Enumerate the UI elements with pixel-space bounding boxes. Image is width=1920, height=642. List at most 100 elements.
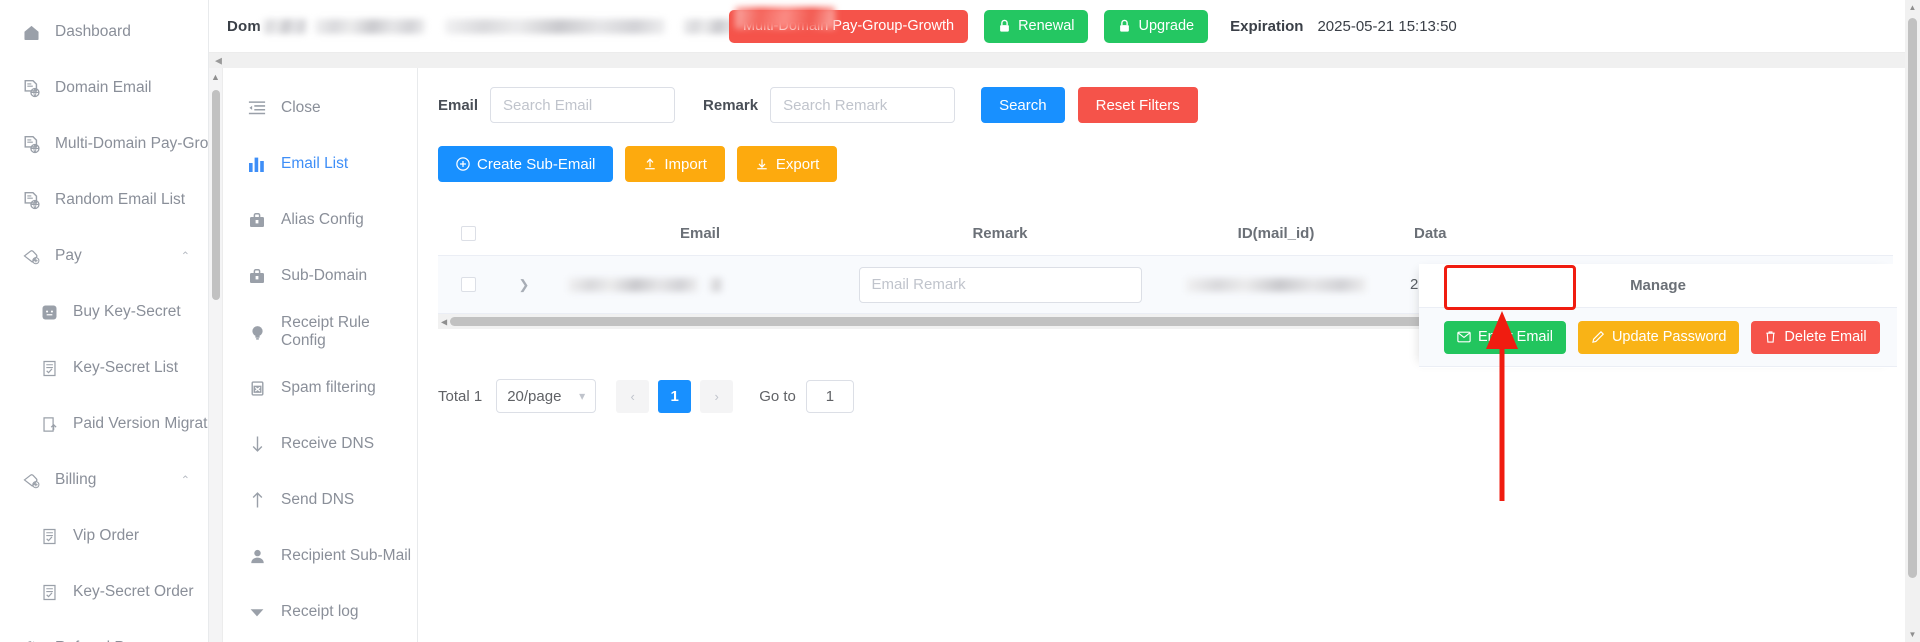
prev-page-button[interactable]: ‹	[616, 379, 650, 413]
page-scroll-down-icon[interactable]: ▼	[1909, 630, 1917, 639]
export-button[interactable]: Export	[736, 146, 838, 182]
home-icon	[20, 21, 42, 43]
enter-email-button[interactable]: Enter Email	[1444, 320, 1566, 354]
growth-plan-button[interactable]: Multi-Domain Pay-Group-Growth	[728, 6, 969, 43]
sidebar-item-paid-version-migration[interactable]: Paid Version Migration	[0, 396, 208, 452]
scroll-up-icon[interactable]: ▲	[211, 72, 220, 82]
page-scrollbar-thumb[interactable]	[1908, 18, 1917, 578]
sidebar-item-billing[interactable]: Billing ⌃	[0, 452, 208, 508]
renewal-label: Renewal	[1018, 18, 1075, 34]
domain-email-icon	[20, 189, 42, 211]
sidebar-item-label: Paid Version Migration	[73, 415, 208, 432]
submenu-item-receipt-log[interactable]: Receipt log	[223, 584, 417, 640]
goto-page-input[interactable]	[805, 379, 854, 413]
page-size-select[interactable]: 20/page ▾	[496, 379, 597, 413]
sidebar-item-pay[interactable]: Pay ⌃	[0, 228, 208, 284]
import-button[interactable]: Import	[625, 146, 725, 182]
sidebar-item-referral-program[interactable]: Referral Program⌃	[0, 620, 208, 642]
submenu-item-receipt-rule-config[interactable]: Receipt Rule Config	[223, 304, 417, 360]
search-button[interactable]: Search	[981, 87, 1065, 123]
header-manage: Manage	[1419, 264, 1897, 308]
submenu-item-email-list[interactable]: Email List	[223, 136, 417, 192]
remark-filter-label: Remark	[703, 96, 759, 114]
submenu-item-receive-dns[interactable]: Receive DNS	[223, 416, 417, 472]
sidebar-item-multi-domain-pay-group[interactable]: Multi-Domain Pay-Group	[0, 116, 208, 172]
cell-remark	[850, 266, 1150, 303]
create-sub-email-button[interactable]: Create Sub-Email	[438, 146, 614, 182]
row-expand-cell[interactable]: ❯	[498, 277, 550, 293]
search-remark-input[interactable]	[770, 87, 956, 123]
sidebar-item-buy-key-secret[interactable]: Buy Key-Secret	[0, 284, 208, 340]
submenu-item-send-dns[interactable]: Send DNS	[223, 472, 417, 528]
sidebar-item-label: Pay	[55, 247, 82, 264]
upgrade-button[interactable]: Upgrade	[1104, 9, 1209, 43]
update-password-button[interactable]: Update Password	[1577, 320, 1740, 354]
scrollbar-thumb[interactable]	[212, 90, 220, 300]
page-1-button[interactable]: 1	[658, 379, 692, 413]
submenu-item-label: Recipient Sub-Mail	[281, 547, 412, 564]
right-pane: Dom Multi-Domain Pay-Group-Growth Renewa…	[209, 0, 1920, 642]
lock-icon-2	[1118, 19, 1131, 33]
sidebar-item-label: Key-Secret Order	[73, 583, 194, 600]
sidebar-item-vip-order[interactable]: Vip Order	[0, 508, 208, 564]
domain-value-redacted-3	[444, 18, 665, 34]
row-select-checkbox[interactable]	[460, 277, 476, 292]
sidebar-item-label: Random Email List	[55, 191, 186, 208]
expiration-value: 2025-05-21 15:13:50	[1317, 17, 1457, 35]
submenu-item-close[interactable]: Close	[223, 80, 417, 136]
bulb-icon	[247, 324, 267, 341]
table-header-row: Email Remark ID(mail_id) Data	[438, 212, 1893, 256]
secondary-sidebar-scrollbar[interactable]: ▲	[209, 68, 223, 642]
pencil-icon	[1591, 330, 1605, 344]
delete-email-button[interactable]: Delete Email	[1751, 320, 1880, 354]
sidebar-item-dashboard[interactable]: Dashboard	[0, 4, 208, 60]
submenu-item-label: Spam filtering	[281, 379, 376, 396]
spam-clipboard-icon	[247, 380, 267, 397]
delete-email-label: Delete Email	[1784, 329, 1867, 345]
submenu-item-spam-filtering[interactable]: Spam filtering	[223, 360, 417, 416]
domain-email-icon	[20, 133, 42, 155]
header-date: Data	[1414, 225, 1447, 242]
mail-id-value-redacted	[1186, 277, 1366, 292]
submenu-item-label: Sub-Domain	[281, 267, 368, 284]
create-sub-email-label: Create Sub-Email	[477, 155, 596, 173]
collapse-menu-icon	[247, 100, 267, 116]
submenu-item-recipient-sub-mail[interactable]: Recipient Sub-Mail	[223, 528, 417, 584]
action-row: Create Sub-Email Import Export	[438, 146, 1920, 182]
renewal-button[interactable]: Renewal	[984, 9, 1089, 43]
sidebar-item-random-email-list[interactable]: Random Email List	[0, 172, 208, 228]
briefcase-icon	[247, 212, 267, 229]
topbar-horizontal-scrollbar[interactable]: ◀ ▶	[209, 52, 1920, 68]
list-icon	[38, 357, 60, 379]
submenu-item-alias-config[interactable]: Alias Config	[223, 192, 417, 248]
chevron-right-icon[interactable]: ❯	[519, 277, 530, 293]
page-vertical-scrollbar[interactable]: ▲ ▼	[1905, 0, 1920, 642]
row-checkbox-cell	[438, 277, 498, 292]
submenu-item-label: Close	[281, 99, 321, 116]
sidebar-item-key-secret-order[interactable]: Key-Secret Order	[0, 564, 208, 620]
triangle-down-icon	[247, 606, 267, 618]
submenu-item-label: Alias Config	[281, 211, 364, 228]
reset-filters-button[interactable]: Reset Filters	[1077, 87, 1198, 123]
list-icon	[38, 525, 60, 547]
arrow-down-icon	[247, 435, 267, 453]
plus-circle-icon	[456, 157, 470, 171]
referral-icon	[20, 637, 42, 642]
page-scroll-up-icon[interactable]: ▲	[1909, 3, 1917, 12]
chevron-up-icon[interactable]: ⌃	[181, 250, 190, 263]
email-value-redacted	[568, 277, 698, 292]
search-email-input[interactable]	[490, 87, 676, 123]
scroll-left-icon[interactable]: ◀	[215, 55, 222, 66]
sidebar-item-key-secret-list[interactable]: Key-Secret List	[0, 340, 208, 396]
submenu-item-sub-domain[interactable]: Sub-Domain	[223, 248, 417, 304]
pay-icon	[20, 469, 42, 491]
chevron-up-icon[interactable]: ⌃	[181, 474, 190, 487]
next-page-button[interactable]: ›	[700, 379, 734, 413]
select-all-checkbox[interactable]	[460, 226, 476, 241]
email-remark-input[interactable]	[858, 266, 1142, 303]
pagination: Total 1 20/page ▾ ‹ 1 › Go to	[438, 379, 1920, 413]
sidebar-item-domain-email[interactable]: Domain Email	[0, 60, 208, 116]
submenu-item-label: Send DNS	[281, 491, 355, 508]
table-scroll-left-icon[interactable]: ◀	[441, 317, 447, 326]
sidebar-item-label: Billing	[55, 471, 97, 488]
